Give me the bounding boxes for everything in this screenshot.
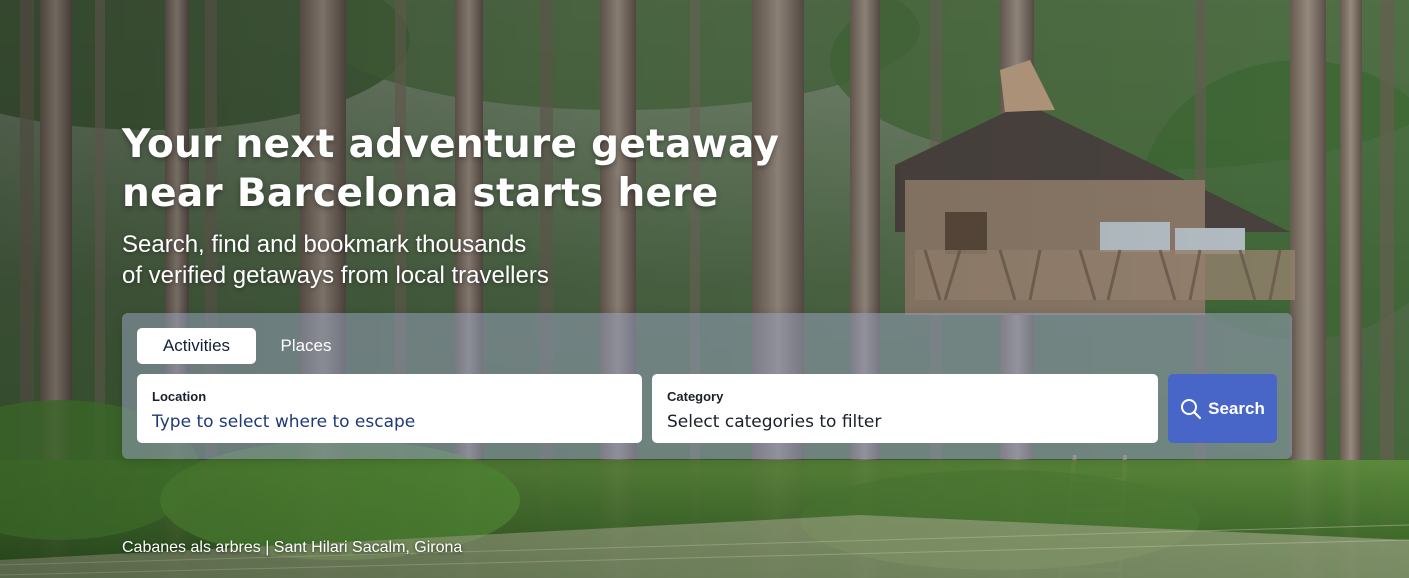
search-panel: Activities Places Location Category Sear…: [122, 313, 1292, 459]
location-input[interactable]: [152, 411, 627, 433]
subline-line-2: of verified getaways from local travelle…: [122, 262, 549, 289]
photo-caption: Cabanes als arbres | Sant Hilari Sacalm,…: [122, 539, 463, 556]
search-button-label: Search: [1208, 398, 1265, 418]
tab-activities[interactable]: Activities: [137, 328, 256, 364]
tab-places[interactable]: Places: [265, 328, 347, 364]
category-input[interactable]: [667, 411, 1143, 433]
hero-subline: Search, find and bookmark thousands of v…: [122, 229, 682, 291]
headline-line-1: Your next adventure getaway: [122, 122, 780, 167]
search-button[interactable]: Search: [1168, 374, 1277, 443]
location-label: Location: [152, 389, 207, 404]
category-label: Category: [667, 389, 724, 404]
subline-line-1: Search, find and bookmark thousands: [122, 231, 527, 258]
headline-line-2: near Barcelona starts here: [122, 171, 719, 216]
search-icon: [1181, 398, 1202, 419]
hero-headline: Your next adventure getaway near Barcelo…: [122, 120, 822, 218]
location-field[interactable]: Location: [137, 374, 642, 443]
category-field[interactable]: Category: [652, 374, 1158, 443]
